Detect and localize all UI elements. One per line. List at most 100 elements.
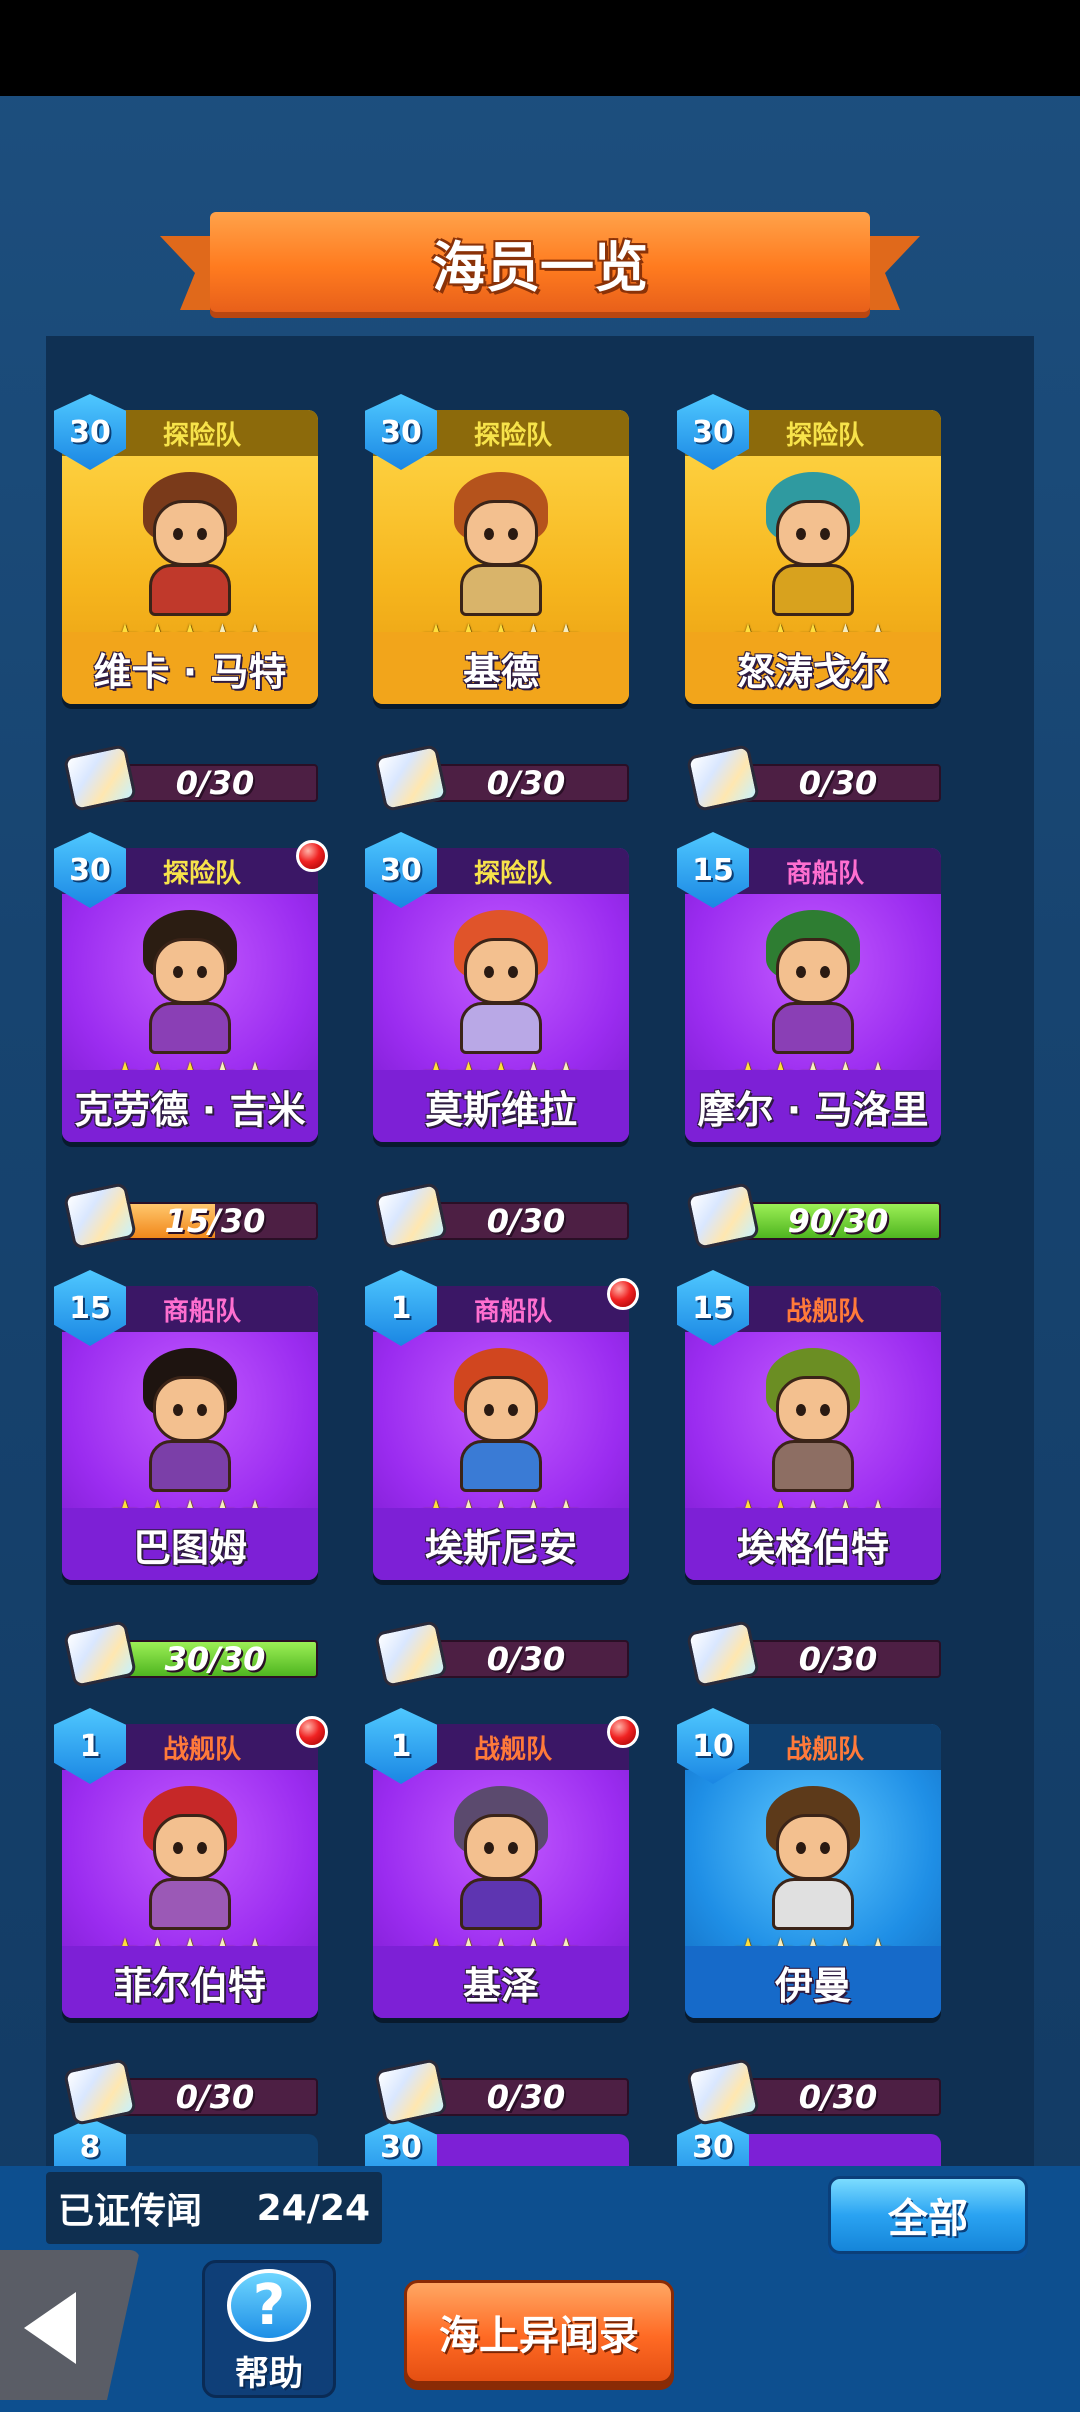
crew-card-partial[interactable]: 8 [54, 2118, 318, 2166]
crew-card[interactable]: 战舰队★★★★★基泽1 [365, 1708, 639, 2018]
sea-rumors-log-label: 海上异闻录 [439, 2313, 639, 2359]
page-title: 海员一览 [432, 235, 648, 299]
level-badge: 30 [677, 2118, 749, 2166]
crew-card[interactable]: 探险队★★★★★基德30 [365, 394, 629, 704]
filter-all-button[interactable]: 全部 [828, 2176, 1028, 2254]
portrait-eye [796, 1404, 806, 1416]
portrait-face [464, 1814, 538, 1880]
fragment-progress: 0/30 [373, 2057, 629, 2127]
team-label: 探险队 [162, 420, 241, 451]
crew-portrait [125, 1342, 255, 1492]
level-value: 30 [380, 852, 422, 888]
portrait-body [149, 1002, 231, 1054]
portrait-face [153, 1814, 227, 1880]
crew-portrait [436, 466, 566, 616]
crew-card-partial[interactable]: 30 [365, 2118, 629, 2166]
crew-name: 基德 [462, 649, 539, 694]
level-value: 30 [69, 852, 111, 888]
fragment-progress: 0/30 [685, 743, 941, 813]
crew-name: 埃格伯特 [736, 1525, 889, 1570]
crew-portrait [125, 904, 255, 1054]
portrait-body [460, 1440, 542, 1492]
crew-card[interactable]: 商船队★★★★★巴图姆15 [54, 1270, 318, 1580]
portrait-face [776, 500, 850, 566]
crew-portrait [436, 1342, 566, 1492]
crew-card[interactable]: 商船队★★★★★摩尔 · 马洛里15 [677, 832, 941, 1142]
progress-text: 0/30 [486, 2078, 566, 2116]
progress-text: 0/30 [798, 2078, 878, 2116]
progress-track: 0/30 [735, 1640, 941, 1678]
ribbon-band: 海员一览 [210, 212, 870, 312]
team-label: 探险队 [473, 858, 552, 889]
portrait-body [772, 564, 854, 616]
portrait-body [460, 1878, 542, 1930]
progress-track: 0/30 [423, 2078, 629, 2116]
crew-name: 埃斯尼安 [424, 1525, 577, 1570]
fragment-progress: 90/30 [685, 1181, 941, 1251]
name-bar: 克劳德 · 吉米 [62, 1070, 318, 1142]
progress-text: 0/30 [486, 1202, 566, 1240]
portrait-eye [173, 1404, 183, 1416]
portrait-eye [796, 1842, 806, 1854]
portrait-eye [508, 1404, 518, 1416]
level-value: 30 [692, 2130, 734, 2165]
portrait-eye [796, 528, 806, 540]
crew-card[interactable]: 探险队★★★★★莫斯维拉30 [365, 832, 629, 1142]
portrait-body [149, 564, 231, 616]
portrait-face [153, 1376, 227, 1442]
portrait-body [772, 1440, 854, 1492]
portrait-eye [484, 1404, 494, 1416]
team-label: 战舰队 [473, 1734, 552, 1765]
crew-card[interactable]: 探险队★★★★★维卡 · 马特30 [54, 394, 318, 704]
team-label: 探险队 [162, 858, 241, 889]
crew-card-partial[interactable]: 30 [677, 2118, 941, 2166]
crew-name: 基泽 [462, 1963, 539, 2008]
fragment-progress: 0/30 [62, 2057, 318, 2127]
fragment-progress: 0/30 [62, 743, 318, 813]
fragment-progress: 15/30 [62, 1181, 318, 1251]
name-bar: 基德 [373, 632, 629, 704]
crew-card[interactable]: 探险队★★★★★怒涛戈尔30 [677, 394, 941, 704]
crew-portrait [748, 466, 878, 616]
progress-text: 30/30 [164, 1640, 266, 1678]
progress-track: 0/30 [112, 2078, 318, 2116]
progress-track: 30/30 [112, 1640, 318, 1678]
portrait-eye [173, 528, 183, 540]
name-bar: 巴图姆 [62, 1508, 318, 1580]
crew-card[interactable]: 战舰队★★★★★伊曼10 [677, 1708, 941, 2018]
crew-card[interactable]: 战舰队★★★★★埃格伯特15 [677, 1270, 941, 1580]
name-bar: 维卡 · 马特 [62, 632, 318, 704]
name-bar: 埃斯尼安 [373, 1508, 629, 1580]
crew-card[interactable]: 探险队★★★★★克劳德 · 吉米30 [54, 832, 328, 1142]
progress-text: 15/30 [164, 1202, 266, 1240]
level-value: 10 [692, 1728, 734, 1764]
portrait-body [149, 1878, 231, 1930]
crew-name: 伊曼 [774, 1963, 851, 2008]
portrait-eye [796, 966, 806, 978]
verified-label: 已证传闻 [58, 2191, 203, 2232]
sea-rumors-log-button[interactable]: 海上异闻录 [404, 2280, 674, 2384]
portrait-eye [820, 528, 830, 540]
crew-name: 巴图姆 [132, 1525, 247, 1570]
team-label: 探险队 [785, 420, 864, 451]
progress-track: 0/30 [423, 1640, 629, 1678]
progress-track: 0/30 [423, 1202, 629, 1240]
crew-portrait [125, 466, 255, 616]
help-button[interactable]: ? 帮助 [202, 2260, 336, 2398]
level-value: 30 [692, 414, 734, 450]
back-arrow-icon [24, 2292, 76, 2364]
portrait-eye [197, 1842, 207, 1854]
crew-grid-panel[interactable]: 探险队★★★★★维卡 · 马特30 0/30 探险队★★★★★基德30 0/30 探险队… [46, 336, 1034, 2166]
crew-card[interactable]: 战舰队★★★★★菲尔伯特1 [54, 1708, 328, 2018]
fragment-progress: 30/30 [62, 1619, 318, 1689]
progress-text: 90/30 [787, 1202, 889, 1240]
portrait-body [772, 1878, 854, 1930]
crew-name: 摩尔 · 马洛里 [697, 1087, 929, 1132]
crew-name: 莫斯维拉 [424, 1087, 577, 1132]
name-bar: 怒涛戈尔 [685, 632, 941, 704]
verified-count: 24/24 [256, 2187, 370, 2229]
portrait-eye [484, 966, 494, 978]
fragment-progress: 0/30 [685, 1619, 941, 1689]
crew-name: 菲尔伯特 [113, 1963, 266, 2008]
crew-card[interactable]: 商船队★★★★★埃斯尼安1 [365, 1270, 639, 1580]
